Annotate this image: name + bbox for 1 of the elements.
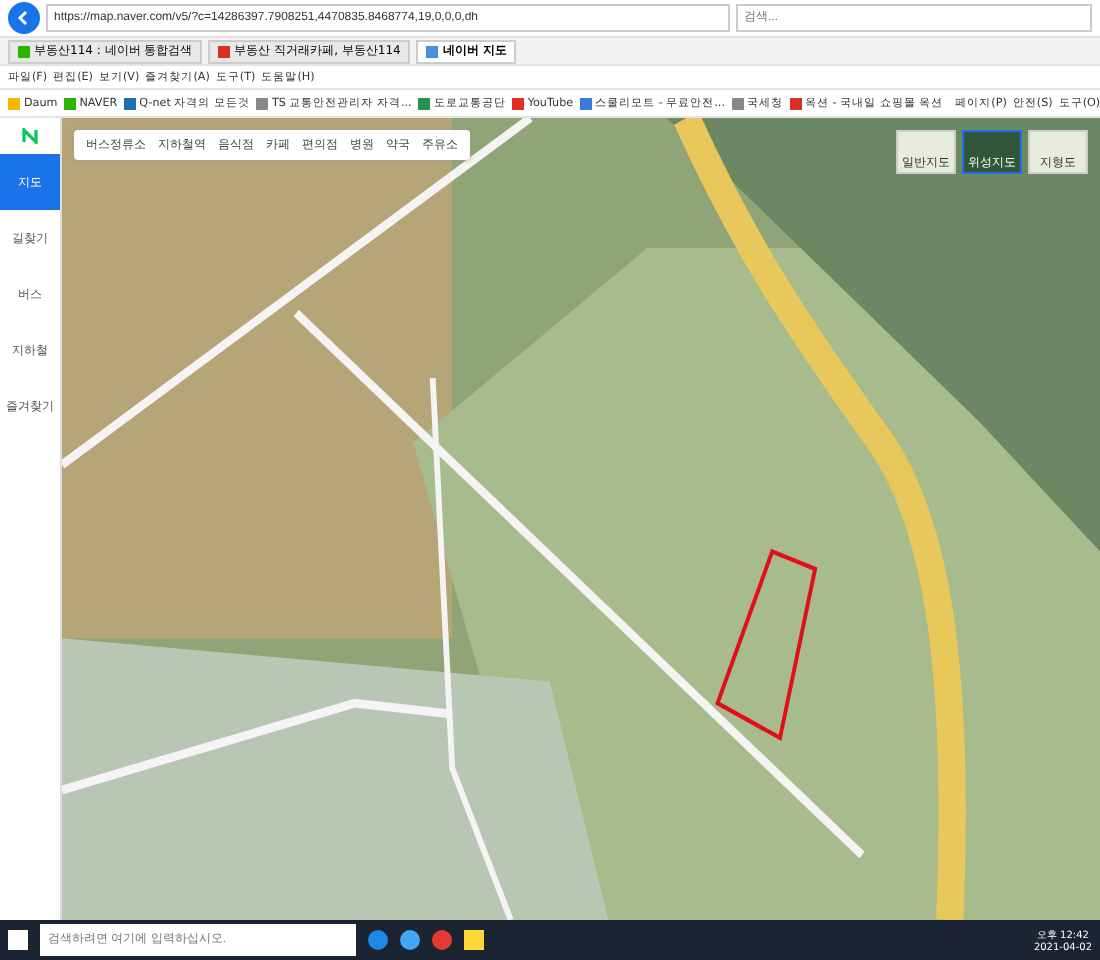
back-button[interactable] <box>8 2 40 34</box>
